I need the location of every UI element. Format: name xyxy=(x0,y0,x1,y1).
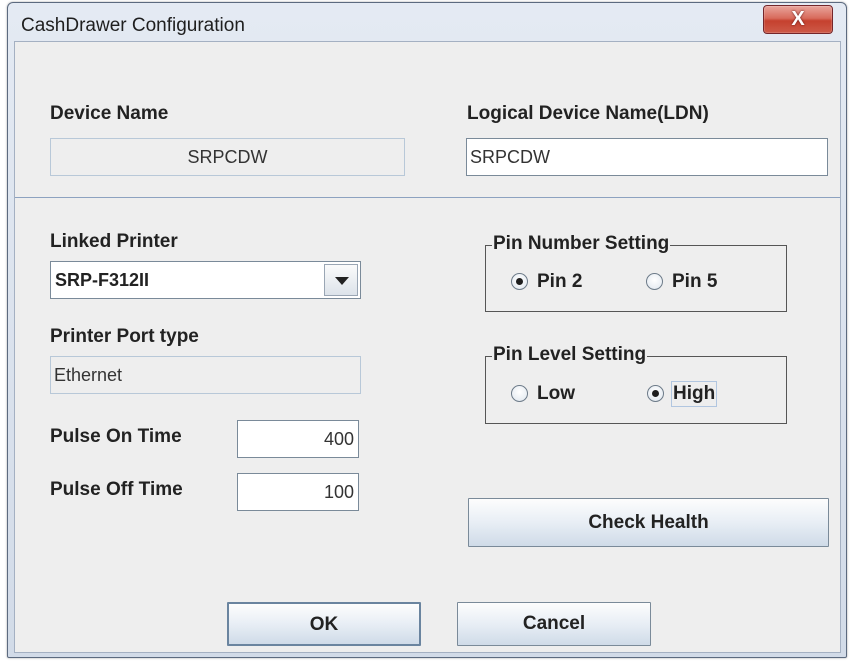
low-label: Low xyxy=(537,383,575,404)
radio-circle xyxy=(646,273,663,290)
radio-circle xyxy=(647,385,664,402)
title-bar[interactable]: CashDrawer Configuration X xyxy=(8,3,846,41)
section-divider xyxy=(15,197,840,198)
chevron-down-icon xyxy=(335,277,349,285)
linked-printer-select[interactable]: SRP-F312II xyxy=(50,261,361,299)
pulse-on-input[interactable]: 400 xyxy=(237,420,359,458)
printer-port-field: Ethernet xyxy=(50,356,361,394)
device-name-label: Device Name xyxy=(50,103,169,124)
ldn-label: Logical Device Name(LDN) xyxy=(467,103,709,124)
ldn-input[interactable]: SRPCDW xyxy=(466,138,828,176)
pulse-off-label: Pulse Off Time xyxy=(50,479,183,500)
dialog-content: Device Name SRPCDW Logical Device Name(L… xyxy=(14,41,841,653)
pin-level-group: Pin Level Setting Low High xyxy=(485,344,787,424)
ok-button[interactable]: OK xyxy=(227,602,421,646)
pin-number-title: Pin Number Setting xyxy=(492,233,671,255)
window-title: CashDrawer Configuration xyxy=(21,15,245,36)
high-label: High xyxy=(670,381,718,407)
pin-number-group: Pin Number Setting Pin 2 Pin 5 xyxy=(485,233,787,312)
pin-2-label: Pin 2 xyxy=(537,271,583,292)
close-button[interactable]: X xyxy=(763,5,833,34)
check-health-button[interactable]: Check Health xyxy=(468,498,829,547)
cancel-button[interactable]: Cancel xyxy=(457,602,651,646)
pulse-off-input[interactable]: 100 xyxy=(237,473,359,511)
radio-circle xyxy=(511,385,528,402)
dropdown-button[interactable] xyxy=(324,264,358,296)
dialog-window: CashDrawer Configuration X Device Name S… xyxy=(7,2,847,658)
radio-circle xyxy=(511,273,528,290)
pulse-on-label: Pulse On Time xyxy=(50,426,182,447)
device-name-field: SRPCDW xyxy=(50,138,405,176)
linked-printer-label: Linked Printer xyxy=(50,231,178,252)
linked-printer-value: SRP-F312II xyxy=(55,270,150,290)
printer-port-label: Printer Port type xyxy=(50,326,199,347)
pin-level-title: Pin Level Setting xyxy=(492,344,648,366)
radio-selected-dot xyxy=(652,390,659,397)
pin-5-label: Pin 5 xyxy=(672,271,718,292)
close-icon[interactable]: X xyxy=(764,6,832,33)
radio-selected-dot xyxy=(516,278,523,285)
